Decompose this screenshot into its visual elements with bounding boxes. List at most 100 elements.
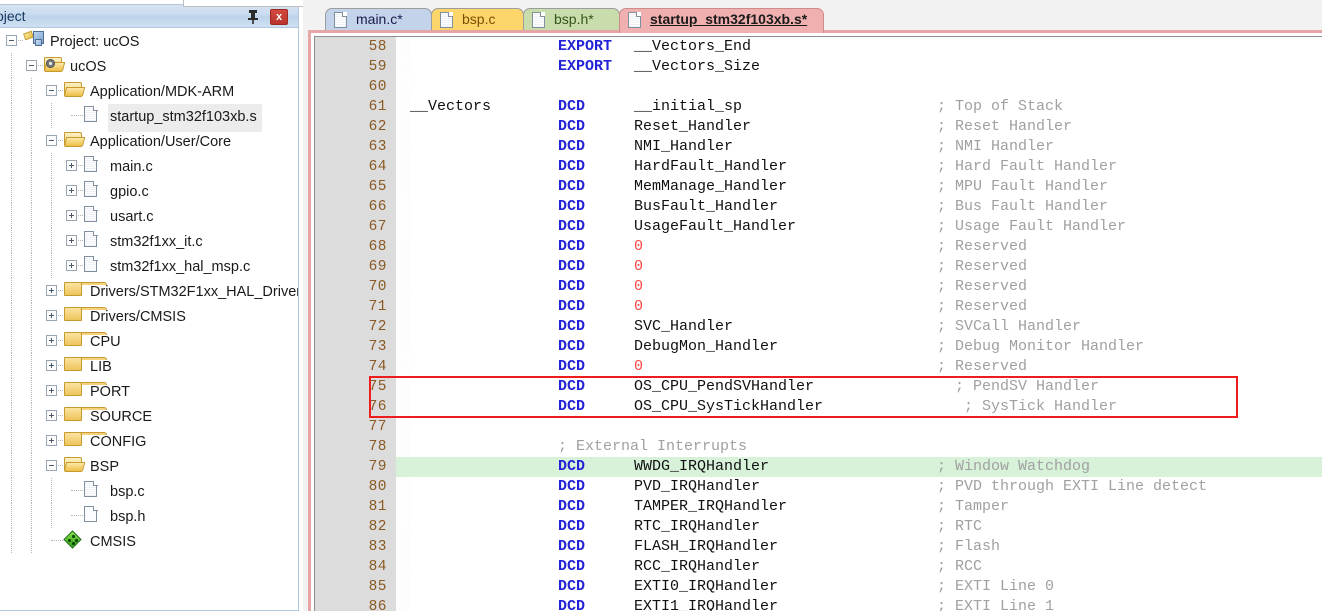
code-line: 72 DCD SVC_Handler ; SVCall Handler — [315, 317, 1327, 337]
code-line-highlight — [396, 277, 1327, 297]
tree-expander-grp-cmsisdrv[interactable] — [46, 310, 57, 321]
tree-item-grp-port[interactable]: PORT — [0, 378, 298, 403]
tree-item-file-startup[interactable]: startup_stm32f103xb.s — [0, 103, 298, 132]
tree-guide — [11, 278, 12, 303]
code-line-highlight — [396, 377, 1327, 397]
tree-expander-grp-lib[interactable] — [46, 360, 57, 371]
code-opcode: DCD — [558, 498, 586, 515]
tree-expander-grp-usercore[interactable] — [46, 135, 57, 146]
tree-item-grp-haldrv[interactable]: Drivers/STM32F1xx_HAL_Driver — [0, 278, 298, 303]
tree-item-grp-lib[interactable]: LIB — [0, 353, 298, 378]
tree-guide — [11, 128, 12, 153]
code-line: 74 DCD 0 ; Reserved — [315, 357, 1327, 377]
line-number: 64 — [368, 159, 387, 175]
code-opcode: DCD — [558, 158, 586, 175]
tree-item-item-cmsis[interactable]: CMSIS — [0, 528, 298, 553]
file-icon — [440, 12, 453, 28]
tree-item-file-gpio[interactable]: gpio.c — [0, 178, 298, 203]
line-number: 59 — [368, 59, 387, 75]
editor-tab-0[interactable]: main.c* — [325, 8, 432, 31]
target-folder-icon — [43, 57, 66, 73]
code-comment: ; NMI Handler — [937, 138, 1055, 155]
tree-item-project-root[interactable]: Project: ucOS — [0, 28, 298, 53]
tree-expander-grp-config[interactable] — [46, 435, 57, 446]
tree-guide — [11, 453, 12, 478]
code-comment: ; SysTick Handler — [937, 398, 1118, 415]
editor-tabstrip[interactable]: main.c* bsp.c bsp.h* startup_stm32f103xb.s* — [303, 0, 1327, 33]
tree-item-grp-usercore[interactable]: Application/User/Core — [0, 128, 298, 153]
tree-item-grp-source[interactable]: SOURCE — [0, 403, 298, 428]
tree-item-grp-cpu[interactable]: CPU — [0, 328, 298, 353]
tree-guide — [11, 428, 12, 453]
close-panel-button[interactable]: x — [270, 9, 288, 25]
project-tree[interactable]: Project: ucOS ucOS Application/MDK-ARM star… — [0, 28, 299, 611]
code-operand: RCC_IRQHandler — [634, 558, 761, 575]
code-comment: ; Usage Fault Handler — [937, 218, 1127, 235]
tree-item-file-main[interactable]: main.c — [0, 153, 298, 178]
code-comment: ; Reserved — [937, 238, 1028, 255]
tree-expander-project-root[interactable] — [6, 35, 17, 46]
tree-item-file-it[interactable]: stm32f1xx_it.c — [0, 228, 298, 253]
tree-item-grp-bsp[interactable]: BSP — [0, 453, 298, 478]
code-opcode: DCD — [558, 398, 586, 415]
tree-guide — [11, 378, 12, 403]
tree-item-grp-cmsisdrv[interactable]: Drivers/CMSIS — [0, 303, 298, 328]
file-icon — [334, 12, 347, 28]
tree-expander-file-halmsp[interactable] — [66, 260, 77, 271]
line-number: 61 — [368, 99, 387, 115]
code-line: 82 DCD RTC_IRQHandler ; RTC — [315, 517, 1327, 537]
tree-expander-target-ucos[interactable] — [26, 60, 37, 71]
tree-expander-grp-mdkarm[interactable] — [46, 85, 57, 96]
project-panel-titlebar: oject x — [0, 4, 299, 28]
tree-guide — [71, 515, 83, 516]
code-editor[interactable]: 58 EXPORT __Vectors_End 59 EXPORT __Vectors_S… — [314, 36, 1327, 611]
tree-guide — [31, 278, 32, 303]
tree-expander-grp-bsp[interactable] — [46, 460, 57, 471]
tree-expander-grp-source[interactable] — [46, 410, 57, 421]
code-comment: ; External Interrupts — [558, 438, 748, 455]
tree-guide — [11, 353, 12, 378]
pin-icon[interactable] — [246, 9, 260, 25]
editor-tab-2[interactable]: bsp.h* — [523, 8, 620, 31]
code-operand: __Vectors_End — [634, 38, 752, 55]
tree-expander-file-gpio[interactable] — [66, 185, 77, 196]
tree-item-grp-config[interactable]: CONFIG — [0, 428, 298, 453]
tree-item-file-bsph[interactable]: bsp.h — [0, 503, 298, 528]
tree-guide — [31, 378, 32, 403]
code-line: 77 — [315, 417, 1327, 437]
code-line-highlight — [396, 457, 1327, 477]
tree-expander-file-main[interactable] — [66, 160, 77, 171]
tree-item-file-usart[interactable]: usart.c — [0, 203, 298, 228]
tree-guide — [31, 428, 32, 453]
code-operand: 0 — [634, 298, 644, 315]
tree-item-file-bspc[interactable]: bsp.c — [0, 478, 298, 503]
tree-expander-file-usart[interactable] — [66, 210, 77, 221]
tree-expander-grp-haldrv[interactable] — [46, 285, 57, 296]
code-lines[interactable]: 58 EXPORT __Vectors_End 59 EXPORT __Vectors_S… — [315, 37, 1327, 611]
editor-area: main.c* bsp.c bsp.h* startup_stm32f103xb.s*… — [183, 0, 1327, 611]
tree-expander-file-it[interactable] — [66, 235, 77, 246]
editor-tab-label: main.c* — [356, 11, 403, 27]
code-opcode: DCD — [558, 258, 586, 275]
tree-item-file-halmsp[interactable]: stm32f1xx_hal_msp.c — [0, 253, 298, 278]
tree-expander-grp-port[interactable] — [46, 385, 57, 396]
file-icon — [84, 206, 98, 223]
tree-item-grp-mdkarm[interactable]: Application/MDK-ARM — [0, 78, 298, 103]
folder-icon — [64, 307, 107, 322]
code-operand: OS_CPU_SysTickHandler — [634, 398, 824, 415]
code-line: 79 DCD WWDG_IRQHandler ; Window Watchdog — [315, 457, 1327, 477]
line-number: 68 — [368, 239, 387, 255]
line-number: 80 — [368, 479, 387, 495]
line-number: 63 — [368, 139, 387, 155]
tree-expander-grp-cpu[interactable] — [46, 335, 57, 346]
line-number: 66 — [368, 199, 387, 215]
code-line-highlight — [396, 117, 1327, 137]
code-line-highlight — [396, 257, 1327, 277]
editor-tab-1[interactable]: bsp.c — [431, 8, 524, 31]
code-label: __Vectors — [410, 98, 492, 115]
editor-tab-3[interactable]: startup_stm32f103xb.s* — [619, 8, 824, 33]
code-opcode: DCD — [558, 278, 586, 295]
tree-item-target-ucos[interactable]: ucOS — [0, 53, 298, 78]
tree-guide — [31, 178, 32, 203]
tree-guide — [31, 403, 32, 428]
